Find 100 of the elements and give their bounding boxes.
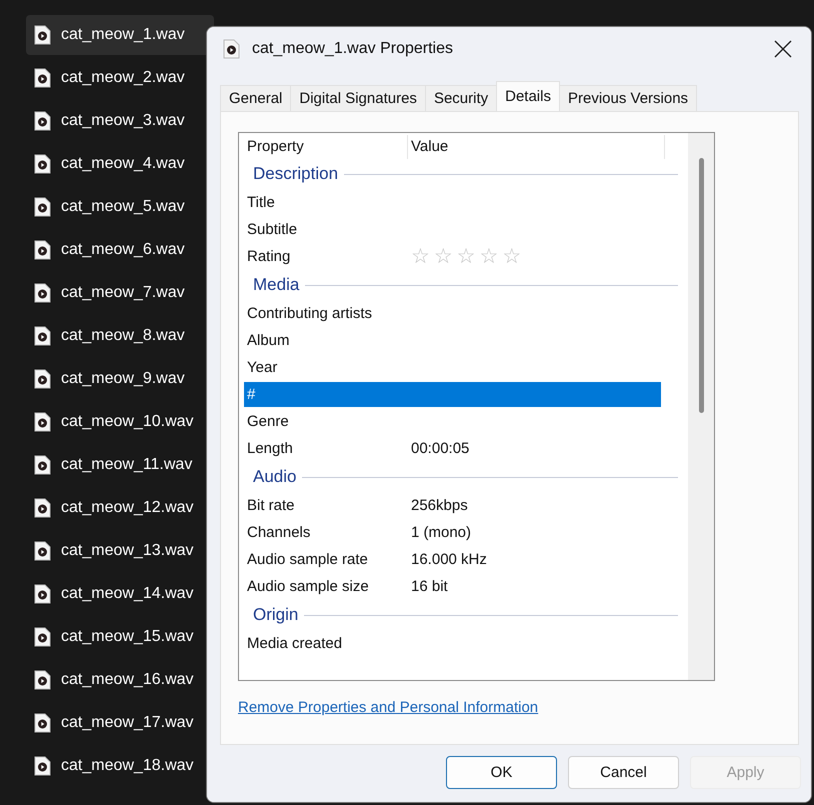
property-row[interactable]: Genre [244,409,661,434]
property-name: Audio sample rate [246,551,369,568]
audio-file-icon [34,68,51,88]
file-item[interactable]: cat_meow_2.wav [26,58,214,98]
property-name: Subtitle [246,221,298,238]
close-icon [774,40,792,58]
property-value: 00:00:05 [411,440,470,457]
file-item[interactable]: cat_meow_3.wav [26,101,214,141]
file-item[interactable]: cat_meow_5.wav [26,187,214,227]
star-icon: ☆ [434,246,453,267]
audio-file-icon [34,584,51,604]
property-row[interactable]: Subtitle [244,217,661,242]
section-heading: Media [253,275,300,295]
remove-properties-link[interactable]: Remove Properties and Personal Information [238,699,538,716]
property-value: 16.000 kHz [411,551,487,568]
tab[interactable]: Security [424,85,498,111]
file-item[interactable]: cat_meow_16.wav [26,660,214,700]
property-row[interactable]: Title [244,190,661,215]
property-row[interactable]: Audio sample size 16 bit [244,574,661,599]
star-icon: ☆ [502,246,522,267]
file-name: cat_meow_8.wav [61,327,185,345]
column-header[interactable]: Property [244,135,408,159]
tab[interactable]: Details [496,81,560,111]
property-row[interactable]: Contributing artists [244,301,661,326]
audio-file-icon [34,670,51,690]
file-name: cat_meow_13.wav [61,542,194,560]
audio-file-icon [34,713,51,733]
star-icon: ☆ [456,246,476,267]
file-name: cat_meow_4.wav [61,155,185,173]
section-heading: Origin [253,605,298,625]
section-heading: Audio [253,467,296,487]
property-name: Album [246,332,291,349]
property-row[interactable]: Rating ☆ ☆ ☆ ☆ ☆ [244,244,661,269]
file-name: cat_meow_10.wav [61,413,194,431]
file-name: cat_meow_5.wav [61,198,185,216]
audio-file-icon [34,326,51,346]
audio-file-icon [34,412,51,432]
audio-file-icon [34,154,51,174]
audio-file-icon [34,25,51,45]
audio-file-icon [34,455,51,475]
scrollbar-thumb[interactable] [698,158,704,413]
property-name: Year [246,359,278,376]
file-item[interactable]: cat_meow_13.wav [26,531,214,571]
tab[interactable]: General [220,85,292,111]
file-item[interactable]: cat_meow_6.wav [26,230,214,270]
property-value: 1 (mono) [411,524,472,541]
property-row[interactable]: Audio sample rate 16.000 kHz [244,547,661,572]
star-icon: ☆ [479,246,498,267]
property-name: Audio sample size [246,578,370,595]
property-row[interactable]: # [244,382,661,407]
audio-file-icon [34,369,51,389]
audio-file-icon [34,240,51,260]
dialog-button[interactable]: OK [446,756,557,789]
property-name: Channels [246,524,312,541]
file-item[interactable]: cat_meow_14.wav [26,574,214,614]
audio-file-icon [223,39,240,59]
scrollbar[interactable] [688,133,714,680]
property-row[interactable]: Bit rate 256kbps [244,493,661,518]
property-row[interactable]: Album [244,328,661,353]
property-name: Rating [246,248,292,265]
property-name: Title [246,194,276,211]
file-item[interactable]: cat_meow_8.wav [26,316,214,356]
audio-file-icon [34,541,51,561]
file-item[interactable]: cat_meow_11.wav [26,445,214,485]
file-item[interactable]: cat_meow_17.wav [26,703,214,743]
property-name: Length [246,440,294,457]
file-item[interactable]: cat_meow_1.wav [26,15,214,55]
file-name: cat_meow_16.wav [61,671,194,689]
audio-file-icon [34,627,51,647]
dialog-button[interactable]: Cancel [568,756,679,789]
file-name: cat_meow_7.wav [61,284,185,302]
window-title: cat_meow_1.wav Properties [252,40,454,58]
audio-file-icon [34,756,51,776]
property-row[interactable]: Year [244,355,661,380]
audio-file-icon [34,197,51,217]
file-name: cat_meow_15.wav [61,628,194,646]
file-name: cat_meow_6.wav [61,241,185,259]
tab[interactable]: Previous Versions [558,85,698,111]
audio-file-icon [34,111,51,131]
file-name: cat_meow_3.wav [61,112,185,130]
column-header[interactable]: Value [408,135,665,159]
tab[interactable]: Digital Signatures [290,85,426,111]
file-item[interactable]: cat_meow_12.wav [26,488,214,528]
file-item[interactable]: cat_meow_18.wav [26,746,214,786]
file-name: cat_meow_2.wav [61,69,185,87]
file-name: cat_meow_11.wav [61,456,192,474]
file-item[interactable]: cat_meow_10.wav [26,402,214,442]
audio-file-icon [34,283,51,303]
property-row[interactable]: Length 00:00:05 [244,436,661,461]
file-item[interactable]: cat_meow_7.wav [26,273,214,313]
property-name: # [246,386,256,403]
file-item[interactable]: cat_meow_4.wav [26,144,214,184]
property-row[interactable]: Media created [244,631,661,656]
property-name: Bit rate [246,497,296,514]
file-item[interactable]: cat_meow_9.wav [26,359,214,399]
property-value: 16 bit [411,578,448,595]
file-name: cat_meow_12.wav [61,499,194,517]
file-item[interactable]: cat_meow_15.wav [26,617,214,657]
property-row[interactable]: Channels 1 (mono) [244,520,661,545]
property-name: Genre [246,413,290,430]
